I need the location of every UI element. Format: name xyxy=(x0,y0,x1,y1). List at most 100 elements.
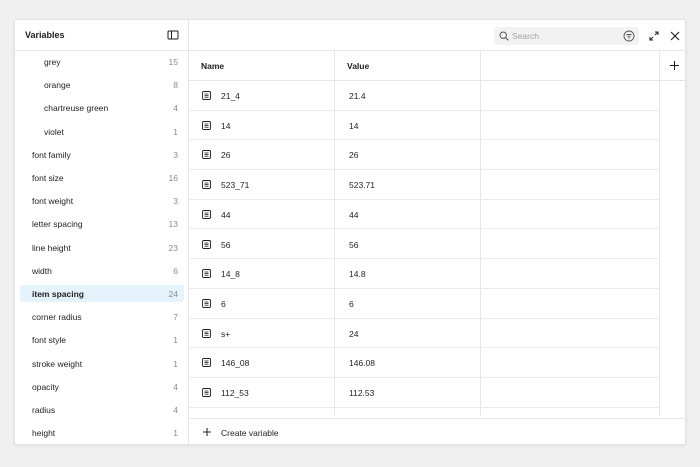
variable-value[interactable]: 523.71 xyxy=(349,180,375,190)
sidebar-item[interactable]: violet 1 xyxy=(20,123,184,140)
sidebar-item-label: width xyxy=(32,265,52,276)
table-row[interactable]: 14 14 xyxy=(189,111,659,141)
number-variable-icon xyxy=(202,180,211,190)
number-variable-icon xyxy=(202,209,211,219)
sidebar-item-count: 1 xyxy=(173,358,178,369)
sidebar-item-label: item spacing xyxy=(32,289,84,299)
sidebar-item-count: 24 xyxy=(168,289,178,299)
variable-value[interactable]: 6 xyxy=(349,299,354,309)
variable-value[interactable]: 26 xyxy=(349,150,358,160)
table-row[interactable]: 146_08 146.08 xyxy=(189,348,659,378)
create-variable-button[interactable]: Create variable xyxy=(189,418,685,444)
sidebar-item[interactable]: height 1 xyxy=(20,424,184,441)
number-variable-icon xyxy=(202,239,211,249)
sidebar: Variables grey 15 orange 8 chartreuse green 4… xyxy=(15,20,189,444)
sidebar-item-label: orange xyxy=(44,80,71,91)
sidebar-item[interactable]: orange 8 xyxy=(20,76,184,93)
variable-value[interactable]: 14 xyxy=(349,121,358,131)
sidebar-item[interactable]: opacity 4 xyxy=(20,378,184,395)
variable-value[interactable]: 112.53 xyxy=(349,388,374,398)
table-row[interactable]: 26 26 xyxy=(189,140,659,171)
close-icon[interactable] xyxy=(670,31,680,41)
variable-name[interactable]: 523_71 xyxy=(221,180,249,190)
sidebar-item[interactable]: font size 16 xyxy=(20,169,184,186)
sidebar-item-label: font size xyxy=(32,173,64,183)
sidebar-item[interactable]: line height 23 xyxy=(20,239,184,256)
number-variable-icon xyxy=(202,91,211,100)
variable-name[interactable]: 21_4 xyxy=(221,91,240,101)
sidebar-item[interactable]: stroke weight 1 xyxy=(20,355,184,372)
sidebar-item[interactable]: letter spacing 13 xyxy=(20,215,184,232)
sidebar-item[interactable]: chartreuse green 4 xyxy=(20,99,184,116)
variable-value[interactable]: 56 xyxy=(349,240,358,250)
table-header: Name Value xyxy=(189,51,685,81)
variable-value[interactable]: 44 xyxy=(349,210,358,220)
column-header-value: Value xyxy=(347,61,370,71)
sidebar-toggle-icon[interactable] xyxy=(167,29,179,41)
sidebar-item[interactable]: font weight 3 xyxy=(20,192,184,209)
search-box[interactable] xyxy=(494,27,639,45)
sidebar-item-label: font family xyxy=(32,149,71,160)
number-variable-icon xyxy=(202,388,211,397)
sidebar-item-label: grey xyxy=(44,57,61,67)
sidebar-item-label: letter spacing xyxy=(32,219,83,230)
plus-icon xyxy=(203,428,211,436)
sidebar-item-count: 4 xyxy=(173,103,178,114)
sidebar-item-count: 13 xyxy=(168,219,178,230)
variable-value[interactable]: 24 xyxy=(349,329,358,339)
variable-value[interactable]: 14.8 xyxy=(349,269,366,279)
sidebar-header: Variables xyxy=(15,20,188,51)
sidebar-item[interactable]: radius 4 xyxy=(20,401,184,418)
main-panel: Name Value 21_4 21.4 14 14 26 26 523_71 523.71 4… xyxy=(189,20,685,444)
sidebar-item-label: font style xyxy=(32,335,67,346)
column-divider xyxy=(659,51,660,416)
sidebar-item[interactable]: item spacing 24 xyxy=(20,285,184,302)
sidebar-item-label: chartreuse green xyxy=(44,103,109,114)
sidebar-item-count: 15 xyxy=(168,57,178,67)
variable-value[interactable]: 21.4 xyxy=(349,91,366,101)
variable-name[interactable]: 14_8 xyxy=(221,269,240,279)
variable-name[interactable]: 44 xyxy=(221,210,230,220)
sidebar-item[interactable]: font style 1 xyxy=(20,331,184,348)
sidebar-item-count: 16 xyxy=(168,173,178,183)
variable-name[interactable]: 26 xyxy=(221,150,230,160)
variable-name[interactable]: 6 xyxy=(221,299,226,309)
variable-name[interactable]: 146_08 xyxy=(221,358,249,368)
sidebar-item-label: radius xyxy=(32,405,56,415)
variable-name[interactable]: 112_53 xyxy=(221,388,249,398)
number-variable-icon xyxy=(202,328,211,338)
sidebar-item-label: height xyxy=(32,428,56,439)
variable-name[interactable]: 14 xyxy=(221,121,230,131)
sidebar-item[interactable]: grey 15 xyxy=(20,53,184,70)
sidebar-item[interactable]: width 6 xyxy=(20,262,184,279)
table-row[interactable]: 56 56 xyxy=(189,230,659,260)
table-row[interactable]: 112_53 112.53 xyxy=(189,378,659,408)
sidebar-item-count: 8 xyxy=(173,80,178,91)
sidebar-title: Variables xyxy=(25,30,65,40)
table-row[interactable]: 21_4 21.4 xyxy=(189,81,659,111)
number-variable-icon xyxy=(202,269,211,279)
variable-value[interactable]: 146.08 xyxy=(349,358,375,368)
search-icon xyxy=(499,31,509,41)
sidebar-item-label: line height xyxy=(32,242,71,253)
sidebar-item[interactable]: corner radius 7 xyxy=(20,308,184,325)
variable-name[interactable]: 56 xyxy=(221,240,230,250)
sidebar-item[interactable]: font family 3 xyxy=(20,146,184,163)
add-column-icon[interactable] xyxy=(669,60,680,71)
sidebar-item-label: corner radius xyxy=(32,312,82,323)
table-row[interactable]: 44 44 xyxy=(189,200,659,230)
table-row[interactable]: 66 xyxy=(189,289,659,319)
table-row[interactable]: 523_71 523.71 xyxy=(189,170,659,200)
table-row[interactable]: s+ 24 xyxy=(189,319,659,349)
sidebar-item-label: stroke weight xyxy=(32,358,83,369)
variable-name[interactable]: s+ xyxy=(221,329,230,339)
sidebar-item-label: violet xyxy=(44,126,64,137)
sidebar-item-count: 3 xyxy=(173,196,178,207)
sidebar-item-label: font weight xyxy=(32,196,74,207)
search-input[interactable] xyxy=(512,30,612,42)
table-row[interactable]: 14_8 14.8 xyxy=(189,259,659,289)
sidebar-item-count: 23 xyxy=(168,242,178,253)
filter-icon[interactable] xyxy=(623,30,635,42)
variables-modal: Variables grey 15 orange 8 chartreuse green 4… xyxy=(14,19,686,445)
expand-icon[interactable] xyxy=(649,31,659,41)
